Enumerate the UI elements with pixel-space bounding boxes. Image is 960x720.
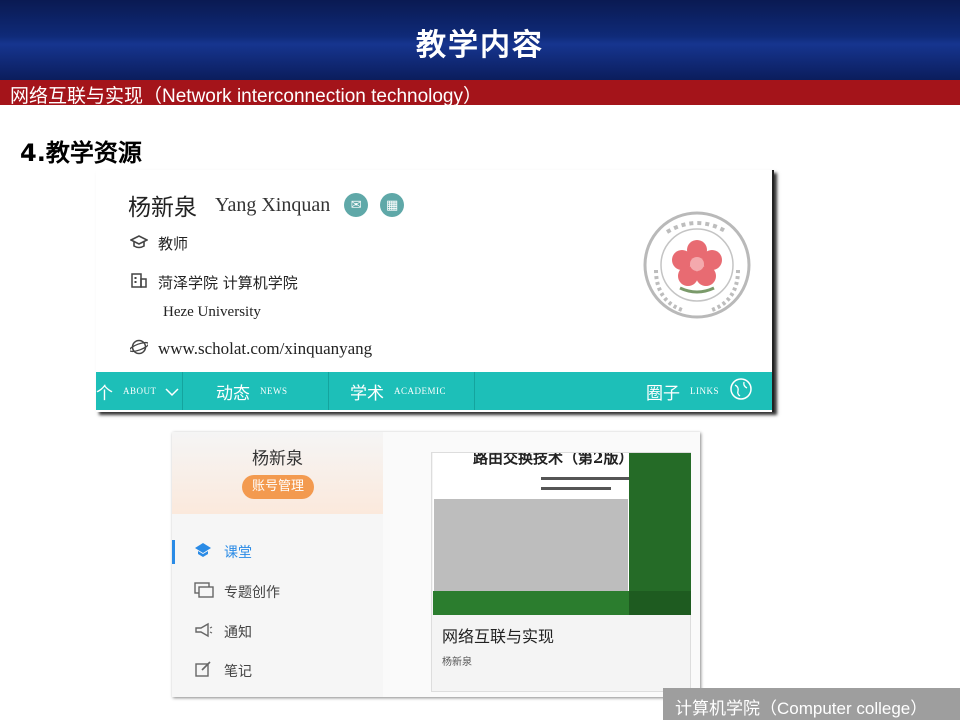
globe-icon <box>729 377 753 405</box>
profile-name-row: 杨新泉 Yang Xinquan ✉ ▦ <box>128 188 405 222</box>
website-link[interactable]: www.scholat.com/xinquanyang <box>158 339 372 359</box>
sidebar-profile-header: 杨新泉 账号管理 <box>172 432 383 514</box>
sidebar-item-note[interactable]: 笔记 <box>172 659 383 683</box>
nav-links-en: LINKS <box>690 386 719 396</box>
nav-divider <box>182 372 183 410</box>
website-row: www.scholat.com/xinquanyang <box>128 338 372 360</box>
qrcode-icon[interactable]: ▦ <box>380 193 405 217</box>
section-heading: 4.教学资源 <box>20 139 142 167</box>
nav-links-label: 圈子 <box>646 383 680 404</box>
university-seal-icon <box>643 211 751 319</box>
sidebar-user-name: 杨新泉 <box>252 449 303 469</box>
sidebar-item-label: 课堂 <box>224 545 252 561</box>
nav-about-en: ABOUT <box>123 386 157 396</box>
course-author: 杨新泉 <box>442 657 472 668</box>
nav-news[interactable]: 动态 NEWS <box>216 372 288 410</box>
account-manage-button[interactable]: 账号管理 <box>242 475 314 499</box>
sidebar-item-label: 通知 <box>224 625 252 641</box>
nav-about-label: 个 <box>96 383 113 404</box>
university-text: Heze University <box>163 304 261 320</box>
megaphone-icon <box>194 622 214 642</box>
sidebar-item-topic[interactable]: 专题创作 <box>172 580 383 604</box>
nav-news-en: NEWS <box>260 386 288 396</box>
cover-image-placeholder <box>434 499 628 591</box>
profile-nav: 个 ABOUT 动态 NEWS 学术 ACADEMIC 圈子 LINKS <box>96 372 772 410</box>
profile-card: 杨新泉 Yang Xinquan ✉ ▦ 教师 菏泽学院 计算机学院 Heze … <box>96 170 774 412</box>
cover-author-lines <box>541 477 631 497</box>
nav-links[interactable]: 圈子 LINKS <box>646 372 753 410</box>
course-subbar: 网络互联与实现（Network interconnection technolo… <box>0 80 960 107</box>
role-text: 教师 <box>158 235 189 253</box>
course-sidebar: 杨新泉 账号管理 课堂 专题创作 通知 笔记 <box>172 432 383 697</box>
cover-dark-block <box>629 591 691 615</box>
slide-header: 教学内容 <box>0 0 960 80</box>
profile-name-en: Yang Xinquan <box>215 193 331 216</box>
footer-text: 计算机学院（Computer college） <box>675 699 928 718</box>
nav-academic-en: ACADEMIC <box>394 386 447 396</box>
globe-icon <box>128 338 150 360</box>
sidebar-item-label: 专题创作 <box>224 585 280 601</box>
book-cover: 路由交换技术（第2版） <box>433 453 691 615</box>
role-row: 教师 <box>129 233 189 254</box>
nav-academic-label: 学术 <box>350 383 384 404</box>
nav-news-label: 动态 <box>216 383 250 404</box>
nav-academic[interactable]: 学术 ACADEMIC <box>350 372 446 410</box>
affiliation-row: 菏泽学院 计算机学院 <box>130 271 298 293</box>
mail-icon[interactable]: ✉ <box>344 193 369 217</box>
topic-icon <box>194 582 214 602</box>
course-card[interactable]: 路由交换技术（第2版） 网络互联与实现 杨新泉 <box>431 452 691 692</box>
course-title: 网络互联与实现 <box>442 627 555 646</box>
book-cover-title: 路由交换技术（第2版） <box>473 453 634 467</box>
classroom-icon <box>194 542 214 562</box>
chevron-down-icon <box>164 382 179 401</box>
nav-divider <box>474 372 475 410</box>
affiliation-text: 菏泽学院 计算机学院 <box>158 273 298 292</box>
sidebar-item-classroom[interactable]: 课堂 <box>172 540 383 564</box>
note-icon <box>194 660 214 682</box>
nav-about[interactable]: 个 ABOUT <box>96 372 179 410</box>
sidebar-item-notice[interactable]: 通知 <box>172 620 383 644</box>
course-platform-panel: 杨新泉 账号管理 课堂 专题创作 通知 笔记 路由交换技术（第2版） 网络互联与… <box>172 432 700 697</box>
sidebar-item-label: 笔记 <box>224 664 252 680</box>
profile-name-cn: 杨新泉 <box>128 195 197 221</box>
active-indicator <box>172 540 175 564</box>
nav-divider <box>328 372 329 410</box>
slide-title: 教学内容 <box>416 28 544 63</box>
building-icon <box>130 271 150 293</box>
graduation-cap-icon <box>129 234 150 254</box>
slide-footer: 计算机学院（Computer college） <box>663 688 960 720</box>
course-subtitle: 网络互联与实现（Network interconnection technolo… <box>10 86 483 107</box>
